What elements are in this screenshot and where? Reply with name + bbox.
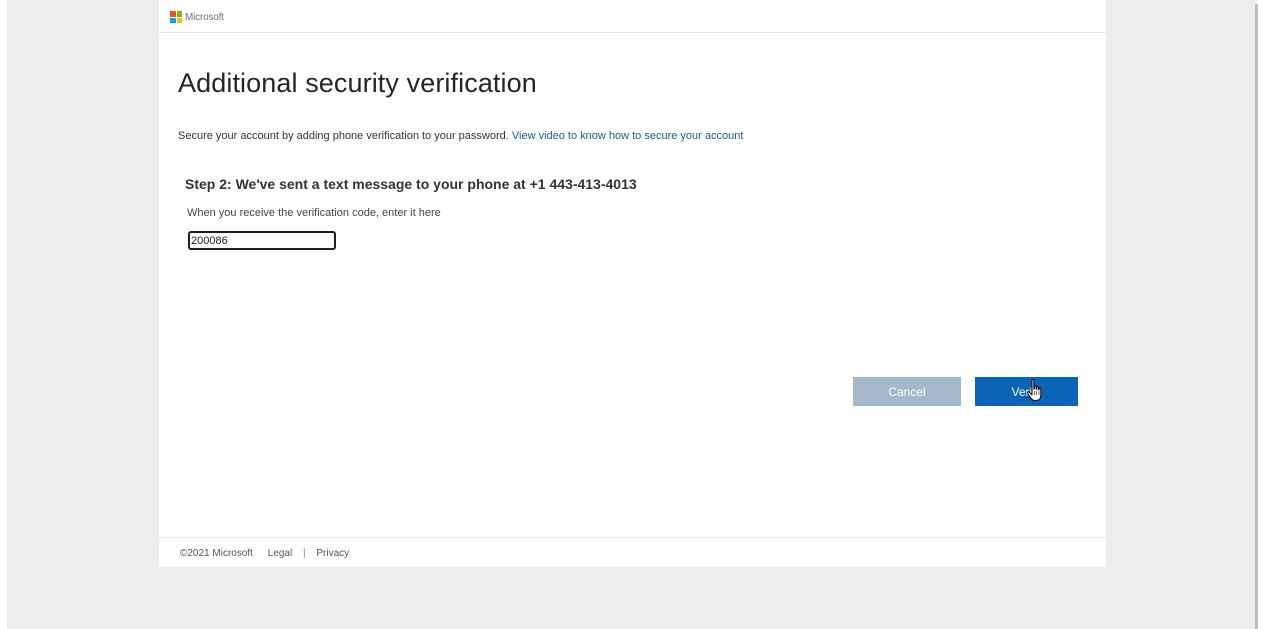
brand-name: Microsoft — [185, 11, 224, 23]
privacy-link[interactable]: Privacy — [316, 548, 349, 559]
copyright-text: ©2021 Microsoft — [180, 548, 253, 559]
microsoft-logo: Microsoft — [170, 11, 224, 23]
view-video-link[interactable]: View video to know how to secure your ac… — [512, 130, 744, 142]
footer-separator: | — [303, 548, 306, 559]
intro-description: Secure your account by adding phone veri… — [178, 130, 509, 142]
microsoft-logo-icon — [170, 11, 182, 23]
legal-link[interactable]: Legal — [268, 548, 292, 559]
verification-code-input[interactable] — [188, 231, 336, 250]
page-title: Additional security verification — [178, 68, 537, 98]
window-edge — [1255, 4, 1258, 629]
header-bar: Microsoft — [159, 0, 1106, 33]
footer-links: ©2021 Microsoft Legal | Privacy — [180, 548, 357, 559]
verification-card: Microsoft Additional security verificati… — [159, 0, 1106, 567]
step-title: Step 2: We've sent a text message to you… — [185, 176, 637, 192]
cancel-button[interactable]: Cancel — [853, 377, 961, 406]
intro-text: Secure your account by adding phone veri… — [178, 130, 743, 142]
footer: ©2021 Microsoft Legal | Privacy — [159, 537, 1106, 568]
verification-code-label: When you receive the verification code, … — [187, 207, 441, 219]
verify-button[interactable]: Verify — [975, 377, 1078, 406]
